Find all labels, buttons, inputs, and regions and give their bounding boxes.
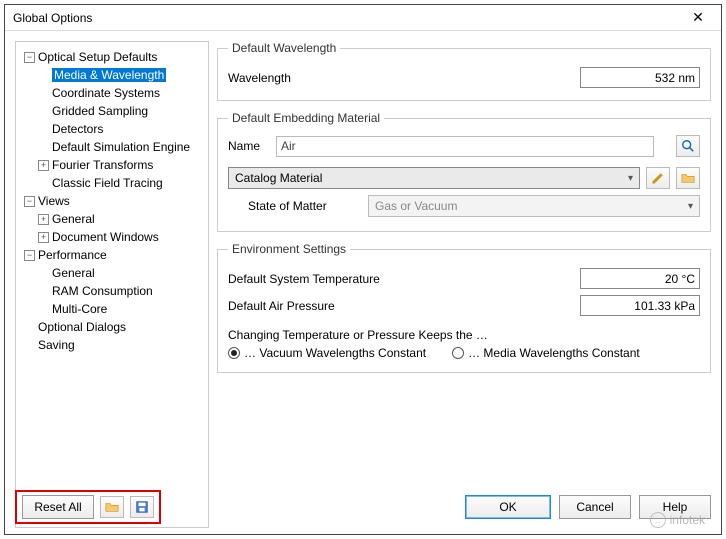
tree-item-gridded-sampling[interactable]: Gridded Sampling bbox=[20, 102, 204, 120]
catalog-material-combo[interactable]: Catalog Material ▾ bbox=[228, 167, 640, 189]
collapse-icon[interactable]: − bbox=[24, 196, 35, 207]
chevron-down-icon: ▾ bbox=[628, 173, 633, 184]
state-of-matter-combo: Gas or Vacuum ▾ bbox=[368, 195, 700, 217]
chevron-down-icon: ▾ bbox=[688, 201, 693, 212]
group-default-wavelength: Default Wavelength Wavelength bbox=[217, 41, 711, 101]
legend-default-embedding: Default Embedding Material bbox=[228, 111, 384, 125]
radio-media-wavelengths-constant[interactable]: … Media Wavelengths Constant bbox=[452, 346, 640, 360]
pencil-icon bbox=[651, 171, 665, 185]
expand-icon[interactable]: + bbox=[38, 160, 49, 171]
ok-button[interactable]: OK bbox=[465, 495, 551, 519]
tree-item-perf-general[interactable]: General bbox=[20, 264, 204, 282]
tree-item-performance[interactable]: −Performance bbox=[20, 246, 204, 264]
radio-on-icon bbox=[228, 347, 240, 359]
tree-item-saving[interactable]: Saving bbox=[20, 336, 204, 354]
window-title: Global Options bbox=[13, 11, 92, 25]
group-default-embedding-material: Default Embedding Material Name Catalog … bbox=[217, 111, 711, 232]
tree-item-fourier-transforms[interactable]: +Fourier Transforms bbox=[20, 156, 204, 174]
expand-icon[interactable]: + bbox=[38, 214, 49, 225]
open-catalog-button[interactable] bbox=[676, 167, 700, 189]
tree-item-document-windows[interactable]: +Document Windows bbox=[20, 228, 204, 246]
expand-icon[interactable]: + bbox=[38, 232, 49, 243]
wavelength-input[interactable] bbox=[580, 67, 700, 88]
tree-item-optical-setup-defaults[interactable]: −Optical Setup Defaults bbox=[20, 48, 204, 66]
default-temp-input[interactable] bbox=[580, 268, 700, 289]
cancel-button[interactable]: Cancel bbox=[559, 495, 631, 519]
tree-item-multi-core[interactable]: Multi-Core bbox=[20, 300, 204, 318]
reset-controls: Reset All bbox=[15, 490, 161, 524]
tree-item-detectors[interactable]: Detectors bbox=[20, 120, 204, 138]
label-name: Name bbox=[228, 139, 268, 153]
tree-item-optional-dialogs[interactable]: Optional Dialogs bbox=[20, 318, 204, 336]
tree-item-ram-consumption[interactable]: RAM Consumption bbox=[20, 282, 204, 300]
dialog-footer: Reset All OK Cancel Help bbox=[15, 490, 711, 524]
legend-environment: Environment Settings bbox=[228, 242, 350, 256]
edit-button[interactable] bbox=[646, 167, 670, 189]
help-button[interactable]: Help bbox=[639, 495, 711, 519]
radio-off-icon bbox=[452, 347, 464, 359]
options-tree[interactable]: −Optical Setup Defaults Media & Waveleng… bbox=[15, 41, 209, 528]
folder-open-icon bbox=[105, 500, 119, 514]
tree-item-views-general[interactable]: +General bbox=[20, 210, 204, 228]
save-icon bbox=[135, 500, 149, 514]
group-environment-settings: Environment Settings Default System Temp… bbox=[217, 242, 711, 373]
tree-item-views[interactable]: −Views bbox=[20, 192, 204, 210]
tree-item-classic-field-tracing[interactable]: Classic Field Tracing bbox=[20, 174, 204, 192]
titlebar: Global Options ✕ bbox=[5, 5, 721, 31]
label-state-of-matter: State of Matter bbox=[248, 199, 368, 213]
default-pressure-input[interactable] bbox=[580, 295, 700, 316]
label-default-temp: Default System Temperature bbox=[228, 272, 418, 286]
tree-item-coordinate-systems[interactable]: Coordinate Systems bbox=[20, 84, 204, 102]
load-defaults-button[interactable] bbox=[100, 496, 124, 518]
folder-open-icon bbox=[681, 171, 695, 185]
radio-vacuum-wavelengths-constant[interactable]: … Vacuum Wavelengths Constant bbox=[228, 346, 426, 360]
embedding-name-input[interactable] bbox=[276, 136, 654, 157]
global-options-window: Global Options ✕ −Optical Setup Defaults… bbox=[4, 4, 722, 535]
tree-item-default-simulation-engine[interactable]: Default Simulation Engine bbox=[20, 138, 204, 156]
lookup-button[interactable] bbox=[676, 135, 700, 157]
tree-item-media-wavelength[interactable]: Media & Wavelength bbox=[20, 66, 204, 84]
close-icon[interactable]: ✕ bbox=[683, 9, 713, 26]
collapse-icon[interactable]: − bbox=[24, 250, 35, 261]
label-default-pressure: Default Air Pressure bbox=[228, 299, 418, 313]
collapse-icon[interactable]: − bbox=[24, 52, 35, 63]
save-defaults-button[interactable] bbox=[130, 496, 154, 518]
label-wavelength: Wavelength bbox=[228, 71, 418, 85]
options-content: Default Wavelength Wavelength Default Em… bbox=[217, 41, 711, 528]
legend-default-wavelength: Default Wavelength bbox=[228, 41, 340, 55]
label-changing-keeps: Changing Temperature or Pressure Keeps t… bbox=[228, 328, 700, 342]
search-icon bbox=[681, 139, 695, 153]
reset-all-button[interactable]: Reset All bbox=[22, 495, 94, 519]
